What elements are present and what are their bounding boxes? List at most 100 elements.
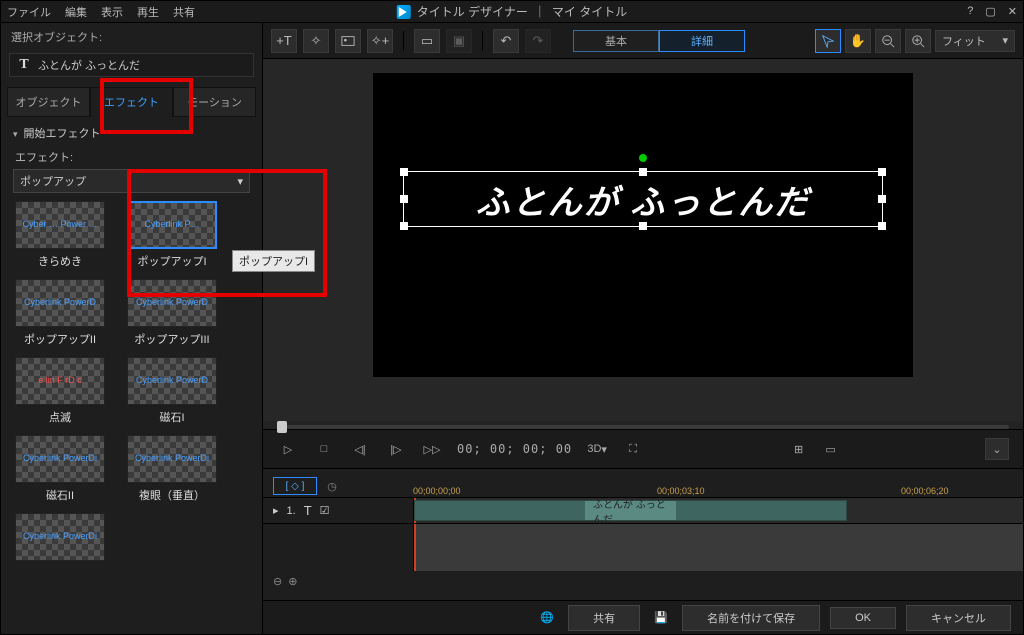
safe-zone-icon[interactable]: ▭ [820,438,842,460]
resize-handle[interactable] [400,222,408,230]
tab-object[interactable]: オブジェクト [7,87,90,117]
effect-thumb[interactable]: Cyberlink PowerDi [15,513,105,565]
rotate-handle[interactable] [639,154,647,162]
resize-handle[interactable] [639,222,647,230]
selected-object-field[interactable]: T ふとんが ふっとんだ [9,53,254,77]
keyframe-view-toggle[interactable]: [ ◇ ] [273,477,317,495]
clip-fade-out[interactable] [676,501,846,520]
maximize-icon[interactable]: ▢ [985,5,995,18]
fast-forward-button[interactable]: ▷▷ [421,438,443,460]
resize-handle[interactable] [878,222,886,230]
effect-thumb-label: ポップアップI [127,253,217,269]
track-lane-empty[interactable] [413,524,1023,571]
effect-thumb-label: 点滅 [15,409,105,425]
left-tabs: オブジェクト エフェクト モーション [7,87,256,117]
playhead[interactable] [414,524,416,571]
title-sep: ｜ [534,3,546,20]
app-logo-icon [397,5,411,19]
track-number: 1. [287,505,296,517]
track-header[interactable]: ▸ 1. T ☑ [263,498,413,523]
effect-thumb-label: 磁石I [127,409,217,425]
effect-thumb[interactable]: e lin F rD c点滅 [15,357,105,425]
next-frame-button[interactable]: |▷ [385,438,407,460]
window-title: タイトル デザイナー ｜ マイ タイトル [397,3,627,20]
resize-handle[interactable] [878,195,886,203]
effect-thumb[interactable]: Cyberlink P…ポップアップI [127,201,217,269]
hand-tool[interactable]: ✋ [845,29,871,53]
cancel-button[interactable]: キャンセル [906,605,1011,631]
help-icon[interactable]: ? [967,5,973,18]
timeline: [ ◇ ] ◷ 00;00;00;00 00;00;03;10 00;00;06… [263,469,1023,600]
effect-thumb[interactable]: Cyberlink PowerDi磁石II [15,435,105,503]
footer: 🌐 共有 💾 名前を付けて保存 OK キャンセル [263,600,1023,634]
3d-toggle[interactable]: 3D ▾ [586,438,608,460]
menu-edit[interactable]: 編集 [65,4,87,20]
chevron-down-icon: ▾ [237,175,243,188]
add-text-button[interactable]: +T [271,29,297,53]
clip-label: ふとんが ふっとんだ [585,496,676,526]
close-icon[interactable]: ✕ [1008,5,1017,18]
canvas-toolbar: +T ✧ ✧+ ▭ ▣ ↶ ↷ 基本 詳細 ✋ フ [263,23,1023,59]
preview-canvas[interactable]: ふとんが ふっとんだ [373,73,913,377]
effect-thumb[interactable]: Cyberlink PowerDi複眼（垂直） [127,435,217,503]
ok-button[interactable]: OK [830,607,896,629]
clip-fade-in[interactable] [415,501,585,520]
effect-dropdown[interactable]: ポップアップ ▾ [13,169,250,193]
collapse-player-button[interactable]: ⌄ [985,438,1009,460]
mode-basic[interactable]: 基本 [573,30,659,52]
add-particle-button[interactable]: ✧ [303,29,329,53]
menu-view[interactable]: 表示 [101,4,123,20]
redo-button[interactable]: ↷ [525,29,551,53]
move-tool[interactable] [815,29,841,53]
zoom-fit-dropdown[interactable]: フィット▾ [935,30,1015,52]
menu-share[interactable]: 共有 [173,4,195,20]
selected-object-name: ふとんが ふっとんだ [38,57,140,73]
track-lane[interactable]: ふとんが ふっとんだ [413,498,1023,523]
menu-file[interactable]: ファイル [7,4,51,20]
globe-icon[interactable]: 🌐 [536,607,558,629]
scrub-knob[interactable] [277,421,287,433]
title-text-object[interactable]: ふとんが ふっとんだ [403,171,883,227]
resize-handle[interactable] [400,168,408,176]
track-visible-checkbox[interactable]: ☑ [320,504,330,517]
mode-advanced[interactable]: 詳細 [659,30,745,52]
text-icon: T [16,57,32,73]
tab-effect[interactable]: エフェクト [90,87,173,117]
effect-thumb[interactable]: Cyber … Power …きらめき [15,201,105,269]
tab-motion[interactable]: モーション [173,87,256,117]
timecode: 00; 00; 00; 00 [457,442,572,456]
prev-frame-button[interactable]: ◁| [349,438,371,460]
zoom-out-icon[interactable]: ⊖ [273,575,282,588]
resize-handle[interactable] [400,195,408,203]
add-image-button[interactable] [335,29,361,53]
scrub-slider[interactable] [277,425,1009,429]
zoom-out-button[interactable] [875,29,901,53]
play-button[interactable]: ▷ [277,438,299,460]
section-start-effect[interactable]: 開始エフェクト [1,117,262,145]
save-icon[interactable]: 💾 [650,607,672,629]
effect-thumb[interactable]: Cyberlink PowerDポップアップII [15,279,105,347]
effect-label: エフェクト: [1,145,262,167]
timeline-clip[interactable]: ふとんが ふっとんだ [414,500,847,521]
effect-thumb[interactable]: Cyberlink PowerD磁石I [127,357,217,425]
save-as-button[interactable]: 名前を付けて保存 [682,605,820,631]
grid-icon[interactable]: ⊞ [788,438,810,460]
effect-thumb[interactable]: Cyberlink PowerDポップアップIII [127,279,217,347]
zoom-in-button[interactable] [905,29,931,53]
add-shape-button[interactable]: ✧+ [367,29,393,53]
resize-handle[interactable] [878,168,886,176]
stop-button[interactable]: □ [313,438,335,460]
fullscreen-button[interactable]: ⛶ [622,438,644,460]
expand-track-icon[interactable]: ▸ [273,504,279,517]
mode-segment: 基本 詳細 [573,30,745,52]
selected-object-label: 選択オブジェクト: [1,23,262,49]
menu-play[interactable]: 再生 [137,4,159,20]
group-button[interactable]: ▣ [446,29,472,53]
undo-button[interactable]: ↶ [493,29,519,53]
time-mode-icon[interactable]: ◷ [323,477,341,495]
share-button[interactable]: 共有 [568,605,640,631]
rect-tool-button[interactable]: ▭ [414,29,440,53]
resize-handle[interactable] [639,168,647,176]
zoom-in-icon[interactable]: ⊕ [288,575,297,588]
title-main: タイトル デザイナー [417,3,528,20]
